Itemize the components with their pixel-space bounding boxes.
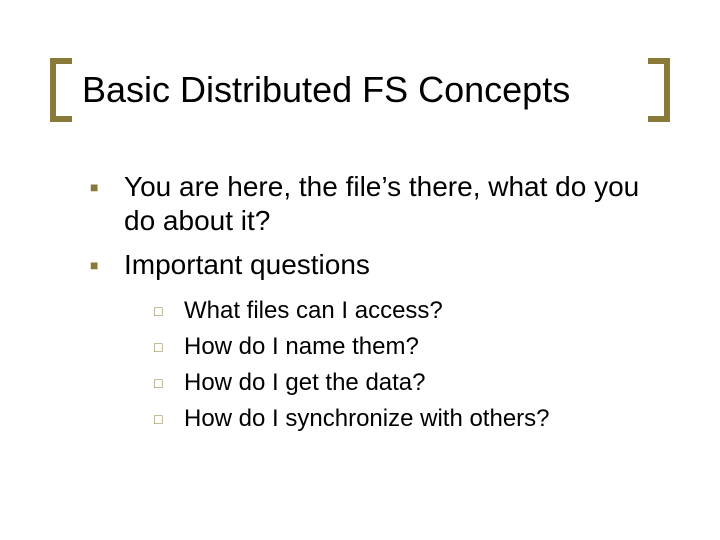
list-item: □ How do I get the data? [154,368,660,398]
hollow-square-bullet-icon: □ [154,296,184,326]
square-bullet-icon: ■ [90,248,124,282]
slide-body: ■ You are here, the file’s there, what d… [90,170,660,440]
bracket-left-icon [50,58,72,122]
list-item: □ What files can I access? [154,296,660,326]
list-item: □ How do I synchronize with others? [154,404,660,434]
list-item-text: What files can I access? [184,296,443,326]
list-item-text: How do I name them? [184,332,419,362]
square-bullet-icon: ■ [90,170,124,204]
list-item: ■ Important questions [90,248,660,282]
slide-title: Basic Distributed FS Concepts [72,69,648,111]
bracket-right-icon [648,58,670,122]
list-item-text: You are here, the file’s there, what do … [124,170,660,238]
list-item: □ How do I name them? [154,332,660,362]
title-row: Basic Distributed FS Concepts [50,58,670,122]
list-item-text: Important questions [124,248,370,282]
hollow-square-bullet-icon: □ [154,368,184,398]
hollow-square-bullet-icon: □ [154,332,184,362]
list-item-text: How do I synchronize with others? [184,404,550,434]
list-item-text: How do I get the data? [184,368,426,398]
sub-list: □ What files can I access? □ How do I na… [154,296,660,434]
hollow-square-bullet-icon: □ [154,404,184,434]
list-item: ■ You are here, the file’s there, what d… [90,170,660,238]
